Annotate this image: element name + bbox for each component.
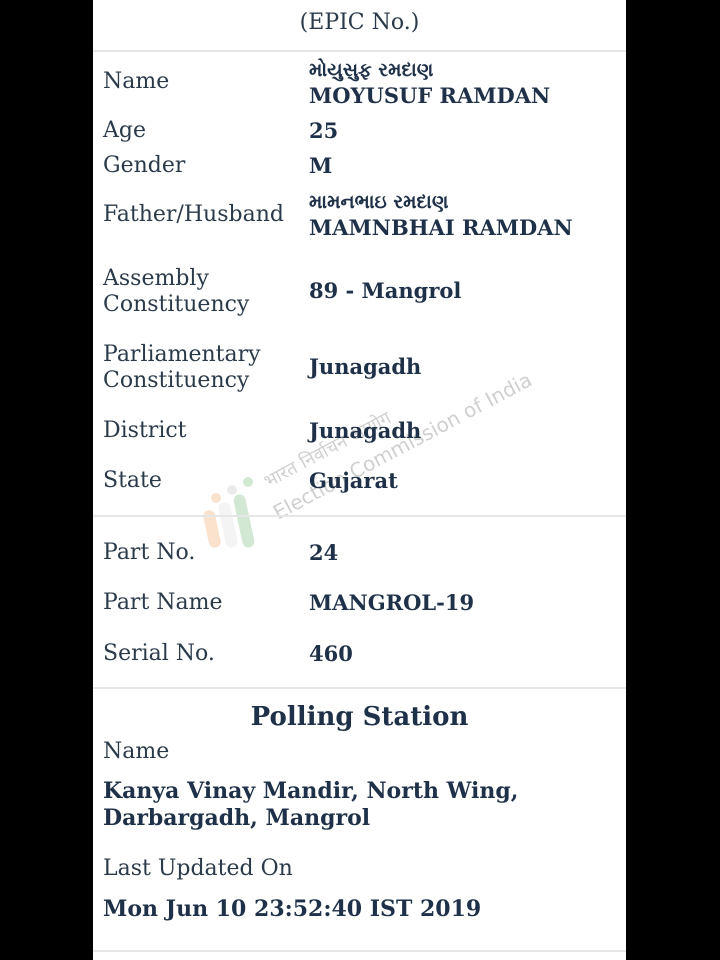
name-english-value: MOYUSUF RAMDAN	[309, 83, 551, 108]
district-label: District	[103, 418, 187, 443]
name-label: Name	[103, 69, 170, 94]
last-updated-value: Mon Jun 10 23:52:40 IST 2019	[103, 896, 482, 922]
divider	[93, 50, 626, 52]
polling-station-name-value: Kanya Vinay Mandir, North Wing, Darbarga…	[103, 778, 519, 831]
part-name-value: MANGROL-19	[309, 590, 475, 615]
polling-station-name-label: Name	[103, 739, 170, 764]
state-label: State	[103, 468, 162, 493]
gender-value: M	[309, 153, 333, 178]
divider	[93, 515, 626, 517]
divider	[93, 950, 626, 952]
parliamentary-value: Junagadh	[309, 354, 422, 379]
assembly-label-line2: Constituency	[103, 292, 250, 317]
district-value: Junagadh	[309, 418, 422, 443]
voter-details-card: (EPIC No.) भारत निर्वाचन आयोग Election C…	[93, 0, 626, 960]
divider	[93, 687, 626, 689]
parliamentary-label-line1: Parliamentary	[103, 342, 261, 367]
watermark-english-text: Election Commission of India	[269, 370, 536, 524]
serial-no-label: Serial No.	[103, 641, 215, 666]
name-gujarati-value: મોયુસુફ રમદાણ	[309, 59, 434, 81]
assembly-value: 89 - Mangrol	[309, 278, 462, 303]
epic-number-label: (EPIC No.)	[299, 10, 420, 35]
state-value: Gujarat	[309, 468, 398, 493]
relative-english-value: MAMNBHAI RAMDAN	[309, 215, 573, 240]
relative-gujarati-value: મામનભાઇ રમદાણ	[309, 191, 449, 213]
serial-no-value: 460	[309, 641, 353, 666]
part-name-label: Part Name	[103, 590, 223, 615]
last-updated-label: Last Updated On	[103, 856, 293, 881]
parliamentary-label-line2: Constituency	[103, 368, 250, 393]
age-value: 25	[309, 118, 339, 143]
eci-logo-icon	[203, 477, 255, 548]
gender-label: Gender	[103, 153, 186, 178]
relative-label: Father/Husband	[103, 202, 284, 227]
part-no-label: Part No.	[103, 540, 196, 565]
part-no-value: 24	[309, 540, 339, 565]
age-label: Age	[103, 118, 146, 143]
assembly-label-line1: Assembly	[103, 266, 209, 291]
polling-station-heading: Polling Station	[250, 702, 469, 732]
